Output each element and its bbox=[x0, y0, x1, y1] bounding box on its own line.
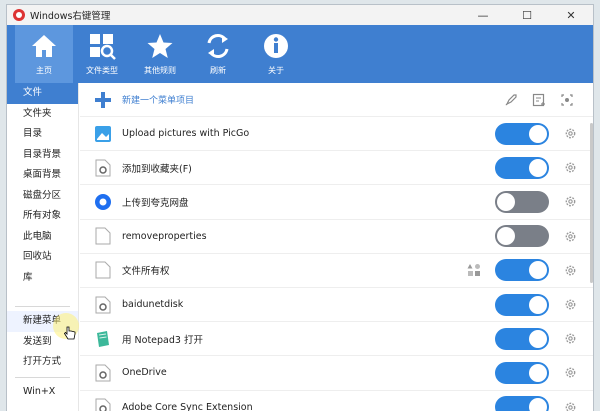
sidebar-item-folder[interactable]: 文件夹 bbox=[7, 104, 78, 125]
sidebar-item-directory[interactable]: 目录 bbox=[7, 124, 78, 145]
hand-cursor-icon bbox=[63, 326, 76, 343]
list-item-label: baidunetdisk bbox=[122, 299, 184, 311]
sidebar-item-disk-partition[interactable]: 磁盘分区 bbox=[7, 186, 78, 207]
sidebar-item-all-objects[interactable]: 所有对象 bbox=[7, 206, 78, 227]
list-item[interactable]: removeproperties bbox=[80, 220, 593, 254]
list-item[interactable]: 上传到夸克网盘 bbox=[80, 185, 593, 220]
list-item[interactable]: 用 Notepad3 打开 bbox=[80, 322, 593, 357]
enable-toggle[interactable] bbox=[495, 327, 549, 350]
vertical-scrollbar[interactable] bbox=[590, 123, 593, 283]
refresh-icon bbox=[203, 31, 233, 61]
gear-icon[interactable] bbox=[563, 366, 577, 380]
tab-home-label: 主页 bbox=[36, 66, 52, 75]
sidebar-item-recycle-bin[interactable]: 回收站 bbox=[7, 247, 78, 268]
tab-file-types-label: 文件类型 bbox=[86, 66, 118, 75]
sidebar: 文件 文件夹 目录 目录背景 桌面背景 磁盘分区 所有对象 此电脑 回收站 库 … bbox=[7, 83, 79, 411]
list-item-label: 用 Notepad3 打开 bbox=[122, 334, 203, 346]
enable-toggle[interactable] bbox=[495, 396, 549, 411]
enable-toggle[interactable] bbox=[495, 122, 549, 145]
gear-doc-icon bbox=[94, 158, 112, 178]
tab-about[interactable]: 关于 bbox=[247, 25, 305, 83]
gear-icon[interactable] bbox=[563, 229, 577, 243]
gear-icon[interactable] bbox=[563, 127, 577, 141]
gear-icon[interactable] bbox=[563, 332, 577, 346]
tab-file-types[interactable]: 文件类型 bbox=[73, 25, 131, 83]
list-item[interactable]: 添加到收藏夹(F) bbox=[80, 151, 593, 186]
window-title: Windows右键管理 bbox=[30, 11, 111, 22]
app-window: Windows右键管理 — ☐ ✕ 主页 文件类型 其他规则 刷新 关于 文件 … bbox=[6, 4, 594, 411]
list-item[interactable]: 文件所有权 bbox=[80, 254, 593, 288]
sidebar-item-open-with[interactable]: 打开方式 bbox=[7, 352, 78, 373]
gear-icon[interactable] bbox=[563, 298, 577, 312]
enable-toggle[interactable] bbox=[495, 293, 549, 316]
menu-item-list: 新建一个菜单项目 Upload pictures with PicGo 添加到收… bbox=[80, 83, 593, 411]
shapes-icon[interactable] bbox=[467, 263, 481, 277]
list-item-label: 添加到收藏夹(F) bbox=[122, 163, 192, 175]
gear-doc-icon bbox=[94, 363, 112, 383]
star-icon bbox=[145, 31, 175, 61]
plus-icon bbox=[94, 91, 112, 109]
list-item[interactable]: Upload pictures with PicGo bbox=[80, 117, 593, 152]
title-bar: Windows右键管理 — ☐ ✕ bbox=[7, 5, 593, 25]
new-menu-item-label: 新建一个菜单项目 bbox=[122, 96, 195, 106]
enable-toggle[interactable] bbox=[495, 259, 549, 282]
list-item-label: Upload pictures with PicGo bbox=[122, 128, 250, 140]
sidebar-item-file[interactable]: 文件 bbox=[7, 83, 78, 104]
gear-icon[interactable] bbox=[563, 263, 577, 277]
list-item-label: 文件所有权 bbox=[122, 266, 170, 278]
new-menu-item-row[interactable]: 新建一个菜单项目 bbox=[80, 83, 593, 117]
quark-icon bbox=[94, 192, 112, 212]
list-item-label: removeproperties bbox=[122, 230, 207, 242]
list-item-label: OneDrive bbox=[122, 367, 167, 379]
gear-doc-icon bbox=[94, 397, 112, 411]
file-types-icon bbox=[87, 31, 117, 61]
doc-icon bbox=[94, 260, 112, 280]
tab-refresh[interactable]: 刷新 bbox=[189, 25, 247, 83]
tab-refresh-label: 刷新 bbox=[210, 66, 226, 75]
gear-doc-icon bbox=[94, 295, 112, 315]
enable-toggle[interactable] bbox=[495, 225, 549, 248]
gear-icon[interactable] bbox=[563, 161, 577, 175]
close-button[interactable]: ✕ bbox=[549, 5, 593, 25]
tab-other-rules-label: 其他规则 bbox=[144, 66, 176, 75]
list-item[interactable]: OneDrive bbox=[80, 356, 593, 391]
list-item-label: Adobe Core Sync Extension bbox=[122, 401, 253, 411]
notepad3-icon bbox=[94, 329, 112, 349]
home-icon bbox=[29, 31, 59, 61]
sidebar-item-library[interactable]: 库 bbox=[7, 268, 78, 289]
sidebar-item-win-x[interactable]: Win+X bbox=[7, 382, 78, 403]
app-logo-icon bbox=[13, 9, 25, 21]
tab-about-label: 关于 bbox=[268, 66, 284, 75]
gear-icon[interactable] bbox=[563, 400, 577, 411]
add-note-icon[interactable] bbox=[531, 92, 547, 108]
enable-toggle[interactable] bbox=[495, 361, 549, 384]
sidebar-divider bbox=[15, 376, 70, 378]
sidebar-divider bbox=[15, 306, 70, 307]
sidebar-item-this-pc[interactable]: 此电脑 bbox=[7, 227, 78, 248]
sidebar-item-directory-background[interactable]: 目录背景 bbox=[7, 145, 78, 166]
list-item[interactable]: baidunetdisk bbox=[80, 288, 593, 323]
maximize-button[interactable]: ☐ bbox=[505, 5, 549, 25]
doc-icon bbox=[94, 226, 112, 246]
rocket-icon[interactable] bbox=[503, 92, 519, 108]
enable-toggle[interactable] bbox=[495, 156, 549, 179]
list-item-label: 上传到夸克网盘 bbox=[122, 197, 189, 209]
toolbar: 主页 文件类型 其他规则 刷新 关于 bbox=[7, 25, 593, 83]
tab-other-rules[interactable]: 其他规则 bbox=[131, 25, 189, 83]
info-icon bbox=[261, 31, 291, 61]
tab-home[interactable]: 主页 bbox=[15, 25, 73, 83]
picgo-icon bbox=[94, 124, 112, 144]
list-item[interactable]: Adobe Core Sync Extension bbox=[80, 391, 593, 411]
minimize-button[interactable]: — bbox=[461, 5, 505, 25]
gear-icon[interactable] bbox=[563, 195, 577, 209]
enable-toggle[interactable] bbox=[495, 190, 549, 213]
sidebar-item-desktop-background[interactable]: 桌面背景 bbox=[7, 165, 78, 186]
target-icon[interactable] bbox=[559, 92, 575, 108]
